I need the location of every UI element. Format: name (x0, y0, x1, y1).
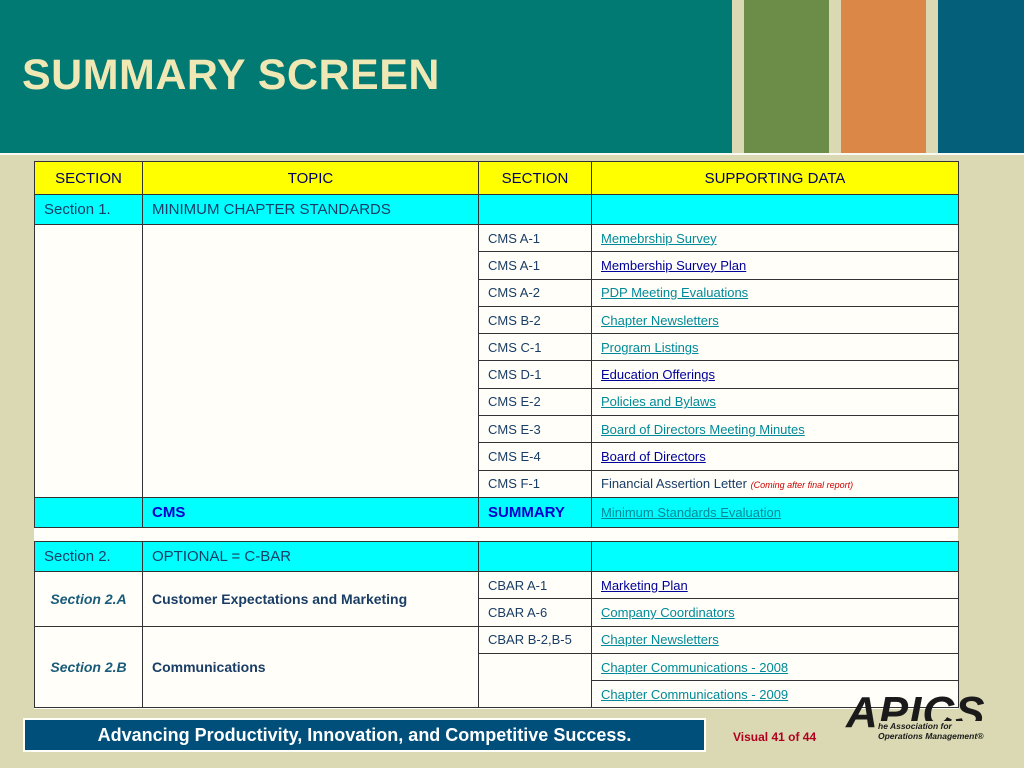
summary-row: CMS SUMMARY Minimum Standards Evaluation (34, 496, 959, 528)
table-row: CMS A-1 Memebrship Survey (34, 223, 959, 498)
green-accent-bar (744, 0, 829, 153)
supporting-link[interactable]: Policies and Bylaws (601, 394, 716, 409)
supporting-link[interactable]: Chapter Communications - 2009 (601, 687, 788, 702)
supporting-link[interactable]: Program Listings (601, 340, 699, 355)
footer-tagline: Advancing Productivity, Innovation, and … (97, 725, 632, 745)
section2-table: Section 2. OPTIONAL = C-BAR Section 2.A … (34, 541, 959, 709)
summary-link[interactable]: Minimum Standards Evaluation (601, 505, 781, 520)
logo-subtitle: he Association for Operations Management… (878, 721, 986, 741)
row-code: CBAR B-2,B-5 (478, 625, 592, 654)
coming-note: (Coming after final report) (750, 480, 854, 491)
row-code: CMS E-3 (478, 415, 592, 444)
section1-row: Section 1. MINIMUM CHAPTER STANDARDS (34, 194, 959, 225)
row-code: CBAR A-1 (478, 570, 592, 600)
section2b-topic: Communications (142, 625, 479, 709)
header-section-code: SECTION (478, 161, 592, 195)
supporting-link[interactable]: Marketing Plan (601, 578, 688, 593)
row-code: CMS A-2 (478, 278, 592, 307)
row-code: CMS B-2 (478, 305, 592, 335)
supporting-link[interactable]: Chapter Communications - 2008 (601, 660, 788, 675)
supporting-link[interactable]: Board of Directors (601, 449, 706, 464)
header-section: SECTION (34, 161, 143, 195)
apics-logo: APICS he Association for Operations Mana… (846, 690, 996, 750)
supporting-link[interactable]: Chapter Newsletters (601, 632, 719, 647)
row-code (478, 653, 592, 681)
supporting-text: Financial Assertion Letter (601, 476, 747, 492)
section1-label: Section 1. (34, 194, 143, 225)
slide-counter: Visual 41 of 44 (733, 730, 817, 744)
table-header-row: SECTION TOPIC SECTION SUPPORTING DATA (34, 161, 959, 195)
row-code: CMS C-1 (478, 333, 592, 362)
orange-accent-bar (841, 0, 926, 153)
summary-panel: SECTION TOPIC SECTION SUPPORTING DATA Se… (34, 161, 959, 709)
supporting-link[interactable]: Education Offerings (601, 367, 715, 382)
blue-accent-bar (938, 0, 1024, 153)
supporting-link[interactable]: Chapter Newsletters (601, 313, 719, 328)
section2-topic: OPTIONAL = C-BAR (142, 541, 479, 572)
section2-label: Section 2. (34, 541, 143, 572)
summary-topic: CMS (142, 496, 479, 528)
section2-row: Section 2. OPTIONAL = C-BAR (34, 541, 959, 572)
section2a-topic: Customer Expectations and Marketing (142, 571, 479, 627)
supporting-link[interactable]: Company Coordinators (601, 605, 735, 620)
header-divider (0, 153, 1024, 155)
header: SUMMARY SCREEN (0, 0, 1024, 155)
row-code: CMS A-1 (478, 223, 592, 253)
table-row: Section 2.B Communications CBAR B-2,B-5 … (34, 625, 959, 709)
row-code: CMS F-1 (478, 469, 592, 498)
row-code: CMS E-2 (478, 387, 592, 417)
table-row: Section 2.A Customer Expectations and Ma… (34, 570, 959, 627)
row-code (478, 680, 592, 709)
supporting-link[interactable]: Board of Directors Meeting Minutes (601, 422, 805, 437)
row-code: CBAR A-6 (478, 598, 592, 627)
row-code: CMS D-1 (478, 360, 592, 389)
summary-section: SUMMARY (478, 496, 592, 528)
page-title: SUMMARY SCREEN (22, 51, 440, 99)
footer-banner: Advancing Productivity, Innovation, and … (23, 718, 706, 752)
supporting-link[interactable]: Membership Survey Plan (601, 258, 746, 273)
supporting-link[interactable]: PDP Meeting Evaluations (601, 285, 748, 300)
section2a-label: Section 2.A (34, 571, 143, 627)
section2b-label: Section 2.B (34, 625, 143, 709)
header-topic: TOPIC (142, 161, 479, 195)
section1-topic: MINIMUM CHAPTER STANDARDS (142, 194, 479, 225)
section1-table: SECTION TOPIC SECTION SUPPORTING DATA Se… (34, 161, 959, 528)
supporting-link[interactable]: Memebrship Survey (601, 231, 717, 246)
row-code: CMS E-4 (478, 442, 592, 471)
row-code: CMS A-1 (478, 251, 592, 280)
header-supporting-data: SUPPORTING DATA (591, 161, 959, 195)
